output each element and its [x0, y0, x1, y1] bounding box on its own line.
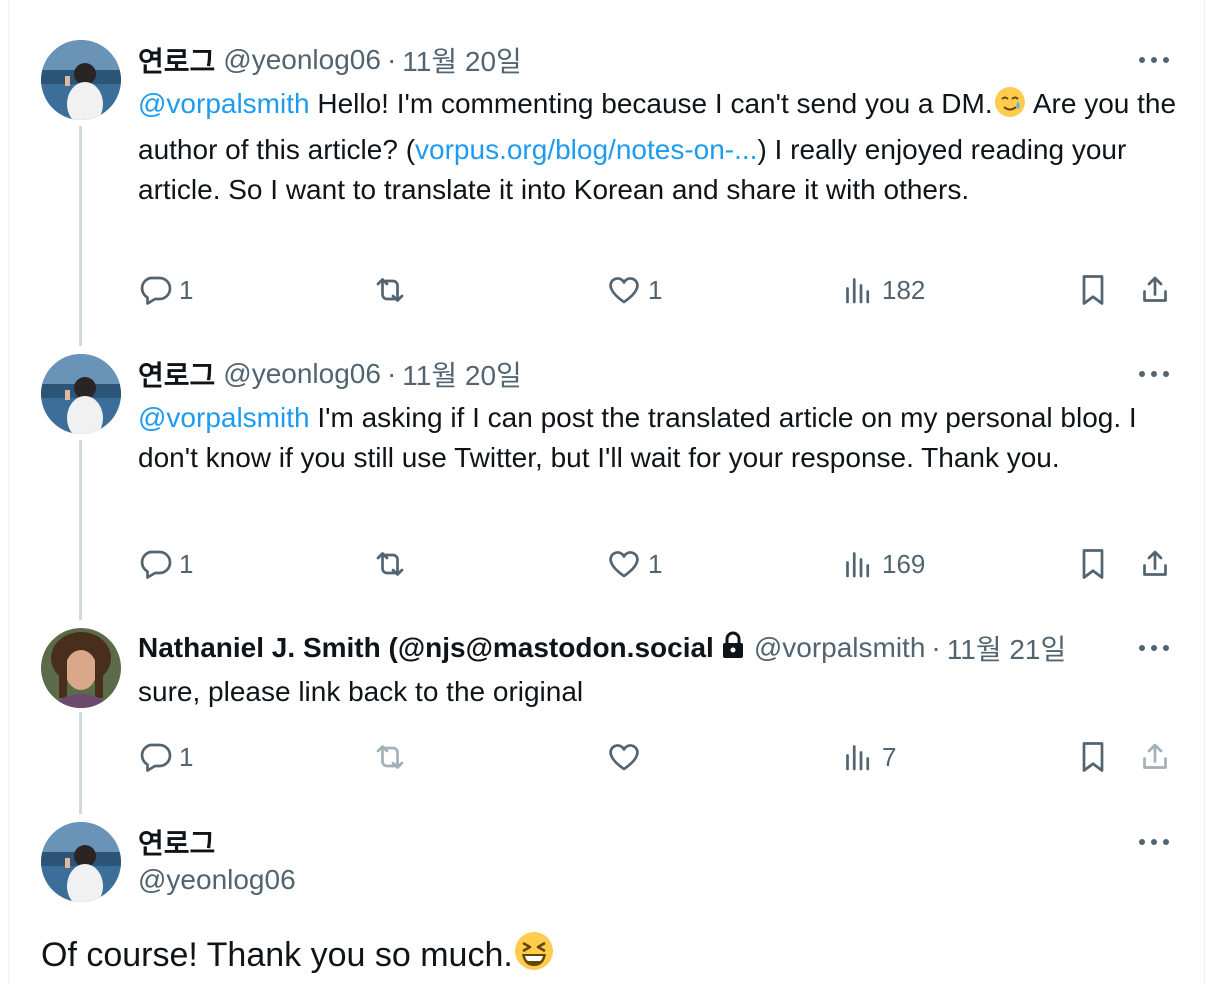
reply-icon	[140, 276, 172, 305]
author-name[interactable]: Nathaniel J. Smith (@njs@mastodon.social	[138, 632, 714, 664]
author-name[interactable]: 연로그	[138, 40, 215, 80]
action-bar: 1 1 169	[0, 544, 1212, 584]
share-button[interactable]	[1137, 544, 1173, 584]
reply-button[interactable]: 1	[137, 737, 193, 777]
author-name[interactable]: 연로그	[138, 354, 215, 394]
timeline-border-left	[8, 0, 9, 984]
tweet-text: sure, please link back to the original	[138, 676, 584, 707]
separator-dot: ·	[386, 44, 397, 75]
more-icon	[1139, 645, 1169, 651]
retweet-button[interactable]	[372, 270, 414, 310]
tweet-text: Of course! Thank you so much.	[41, 930, 555, 985]
avatar[interactable]	[41, 822, 121, 902]
smiling-face-with-tear-icon	[993, 85, 1027, 130]
author-handle[interactable]: @yeonlog06	[223, 44, 381, 76]
share-icon	[1143, 276, 1167, 302]
more-button[interactable]	[1134, 631, 1174, 665]
retweet-button[interactable]	[372, 544, 414, 584]
retweet-button[interactable]	[372, 737, 414, 777]
bookmark-icon	[1082, 275, 1104, 305]
reply-button[interactable]: 1	[137, 544, 193, 584]
bookmark-button[interactable]	[1075, 270, 1111, 310]
like-button[interactable]: 1	[606, 270, 662, 310]
action-bar: 1 1 182	[0, 270, 1212, 310]
heart-icon	[609, 277, 639, 304]
more-icon	[1139, 57, 1169, 63]
article-link[interactable]: vorpus.org/blog/notes-on-...	[415, 134, 757, 165]
views-button[interactable]: 169	[840, 544, 925, 584]
reply-count: 1	[179, 274, 194, 305]
more-button[interactable]	[1134, 357, 1174, 391]
lock-icon	[720, 631, 746, 666]
mention-link[interactable]: @vorpalsmith	[138, 88, 310, 119]
views-icon	[846, 552, 870, 578]
more-button[interactable]	[1134, 825, 1174, 859]
view-count: 7	[882, 741, 897, 772]
tweet-text: @vorpalsmith Hello! I'm commenting becau…	[138, 84, 1188, 210]
timestamp[interactable]: 11월 21일	[947, 628, 1067, 668]
view-count: 182	[882, 274, 926, 305]
timeline-border-right	[1204, 0, 1205, 984]
reply-icon	[140, 550, 172, 579]
author-handle[interactable]: @vorpalsmith	[754, 632, 926, 664]
avatar[interactable]	[41, 628, 121, 708]
like-count: 1	[648, 548, 663, 579]
retweet-icon	[376, 745, 404, 769]
share-button[interactable]	[1137, 737, 1173, 777]
more-icon	[1139, 839, 1169, 845]
like-count: 1	[648, 274, 663, 305]
reply-icon	[140, 743, 172, 772]
text-segment: Hello! I'm commenting because I can't se…	[309, 88, 993, 119]
retweet-icon	[376, 552, 404, 576]
share-icon	[1143, 550, 1167, 576]
mention-link[interactable]: @vorpalsmith	[138, 402, 310, 433]
thread-connector	[79, 126, 82, 346]
bookmark-button[interactable]	[1075, 544, 1111, 584]
share-icon	[1143, 743, 1167, 769]
bookmark-icon	[1082, 742, 1104, 772]
views-icon	[846, 278, 870, 304]
avatar[interactable]	[41, 354, 121, 434]
more-button[interactable]	[1134, 43, 1174, 77]
bookmark-button[interactable]	[1075, 737, 1111, 777]
views-button[interactable]: 182	[840, 270, 925, 310]
like-button[interactable]	[606, 737, 648, 777]
author-handle[interactable]: @yeonlog06	[138, 864, 296, 896]
views-button[interactable]: 7	[840, 737, 896, 777]
reply-count: 1	[179, 548, 194, 579]
bookmark-icon	[1082, 549, 1104, 579]
separator-dot: ·	[386, 358, 397, 389]
more-icon	[1139, 371, 1169, 377]
like-button[interactable]: 1	[606, 544, 662, 584]
avatar[interactable]	[41, 40, 121, 120]
heart-icon	[609, 744, 639, 771]
author-handle[interactable]: @yeonlog06	[223, 358, 381, 390]
view-count: 169	[882, 548, 926, 579]
reply-count: 1	[179, 741, 194, 772]
retweet-icon	[376, 278, 404, 302]
heart-icon	[609, 551, 639, 578]
timestamp[interactable]: 11월 20일	[402, 40, 522, 80]
share-button[interactable]	[1137, 270, 1173, 310]
separator-dot: ·	[931, 632, 941, 663]
grinning-squinting-face-icon	[513, 930, 555, 985]
tweet-text: @vorpalsmith I'm asking if I can post th…	[138, 398, 1188, 478]
action-bar: 1 7	[0, 737, 1212, 777]
views-icon	[846, 745, 870, 771]
thread-connector	[79, 440, 82, 620]
text-segment: Of course! Thank you so much.	[41, 936, 513, 974]
reply-button[interactable]: 1	[137, 270, 193, 310]
timestamp[interactable]: 11월 20일	[402, 354, 522, 394]
author-name[interactable]: 연로그	[138, 822, 215, 862]
